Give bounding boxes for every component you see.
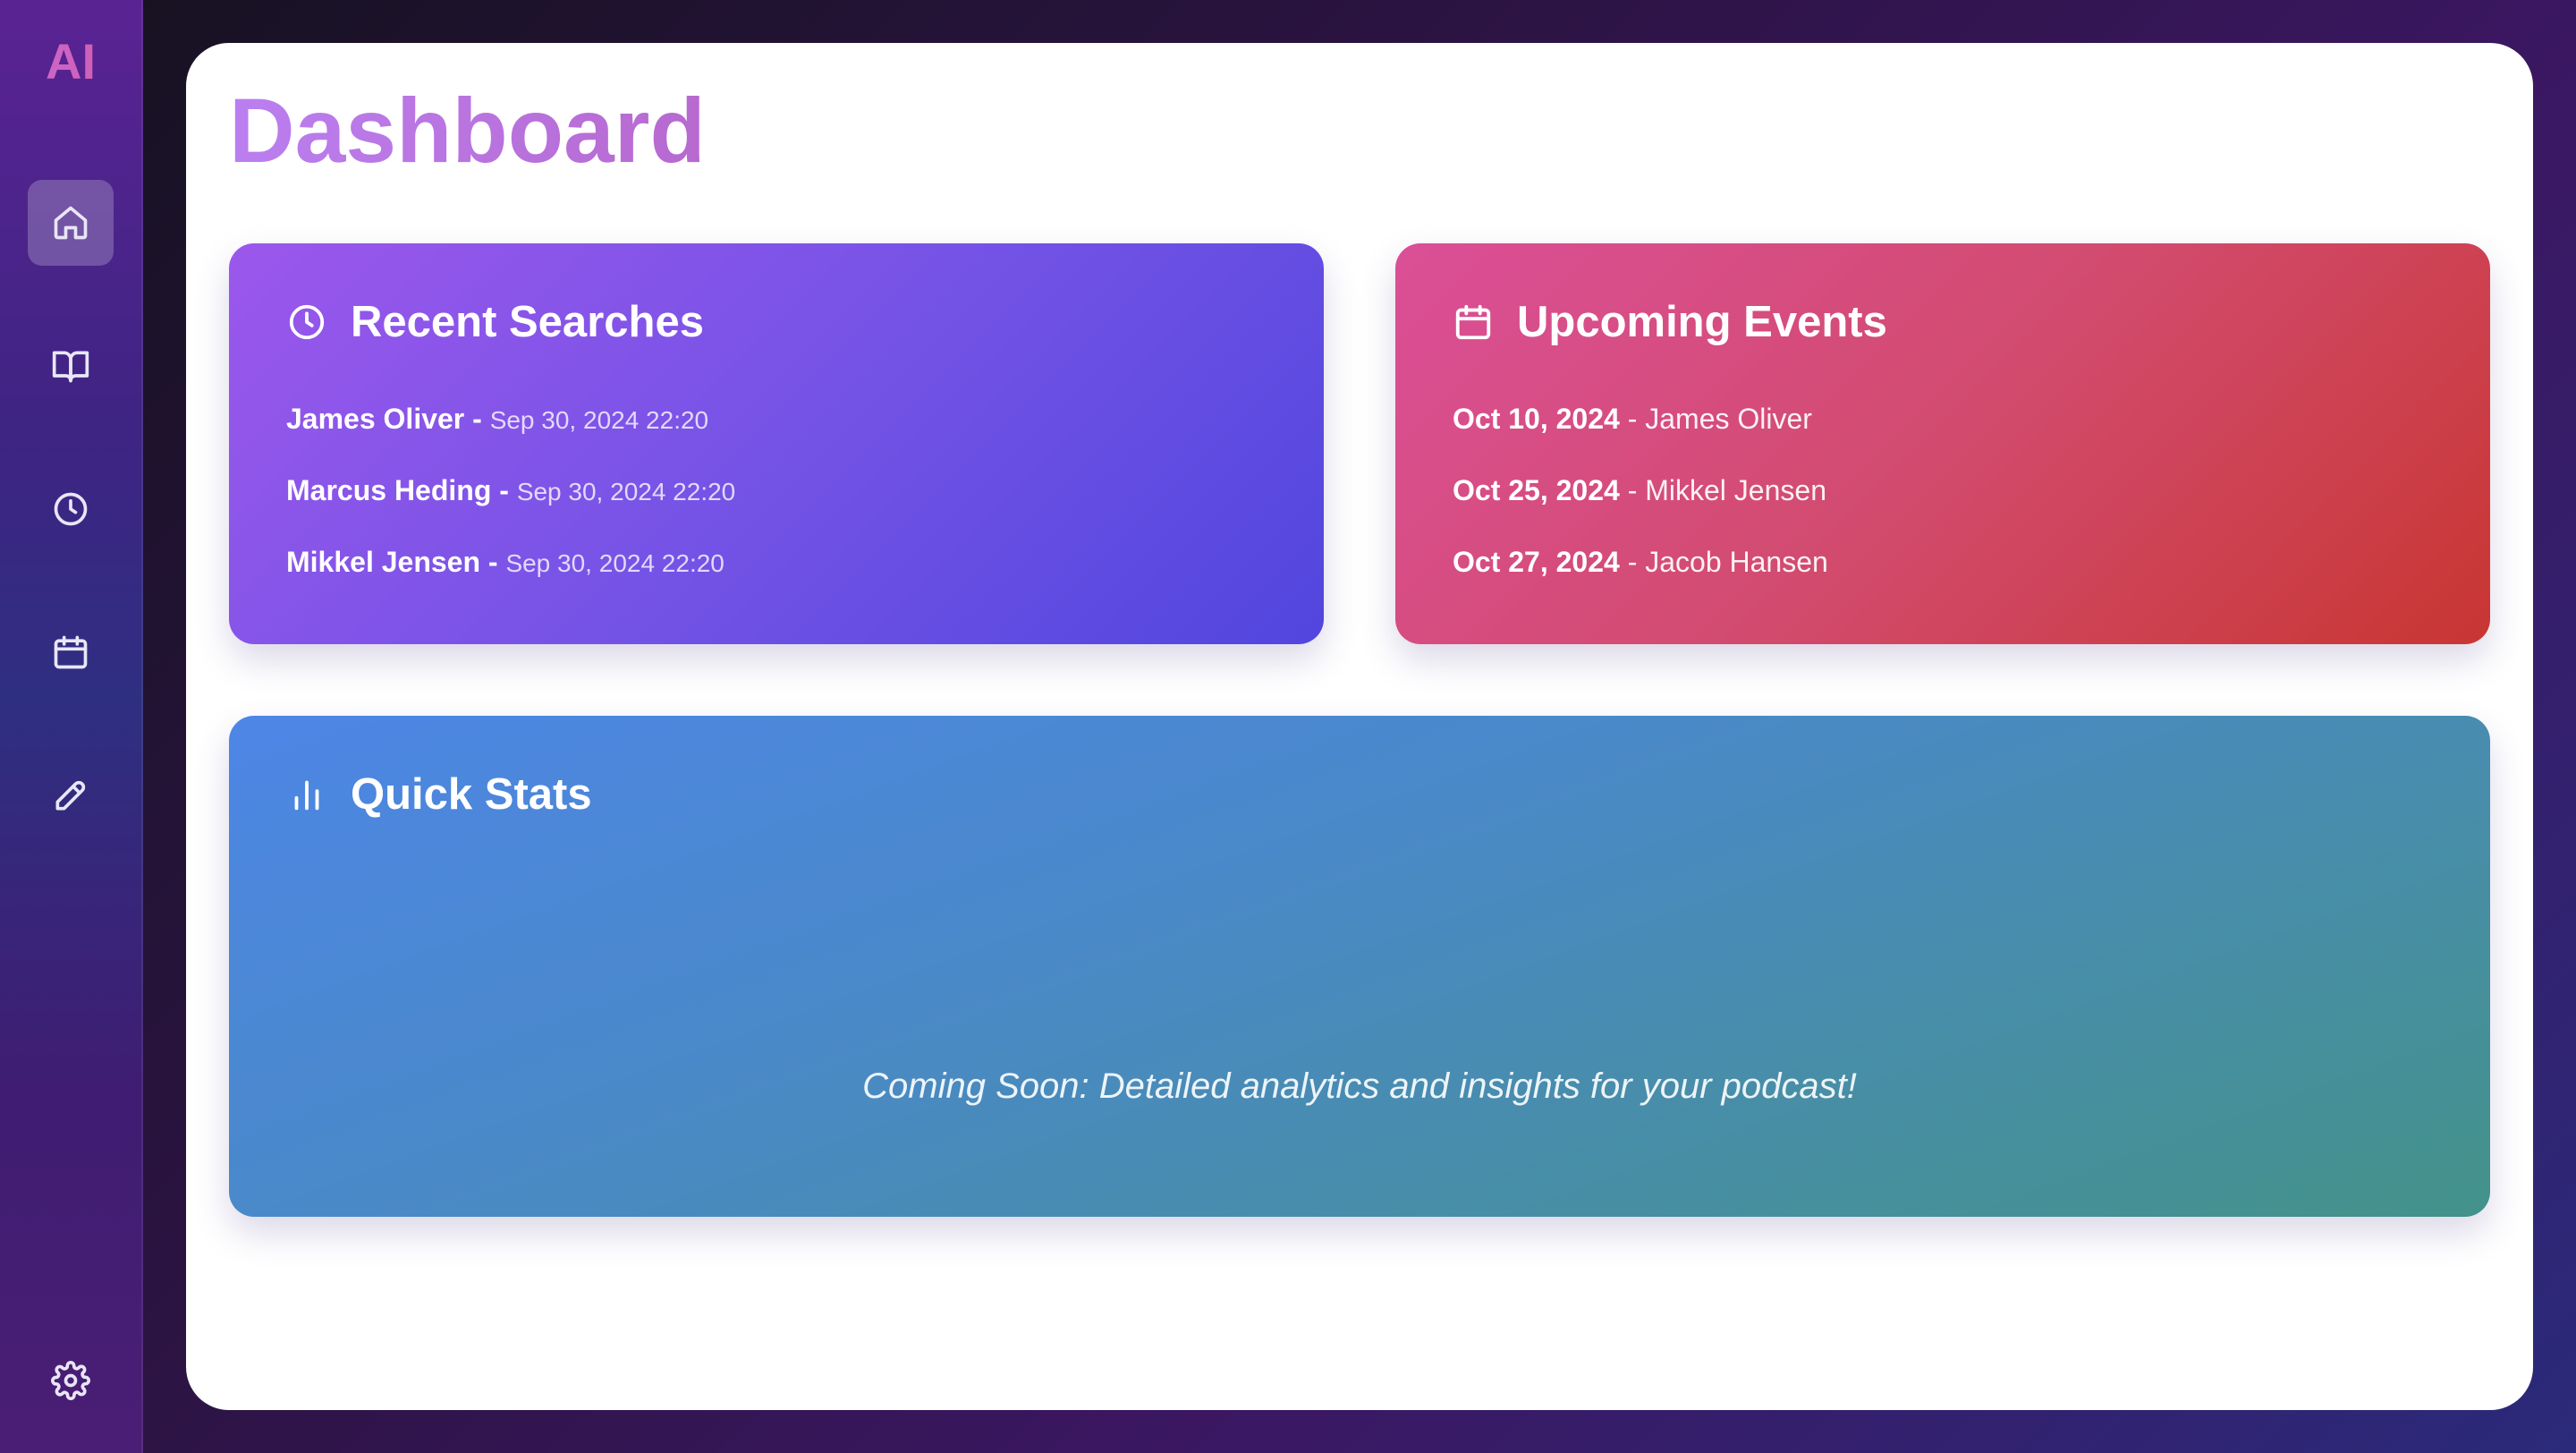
recent-searches-list: James Oliver - Sep 30, 2024 22:20 Marcus… xyxy=(286,403,735,617)
bar-chart-icon xyxy=(294,780,319,811)
clock-icon xyxy=(289,304,325,340)
nav-home-button[interactable] xyxy=(28,180,114,266)
nav-edit-button[interactable] xyxy=(28,752,114,838)
coming-soon-message: Coming Soon: Detailed analytics and insi… xyxy=(862,1066,1857,1106)
separator: - xyxy=(480,546,506,578)
nav-library-button[interactable] xyxy=(28,323,114,409)
search-time: Sep 30, 2024 22:20 xyxy=(505,549,724,577)
upcoming-events-title: Upcoming Events xyxy=(1517,298,1887,346)
home-icon xyxy=(54,206,88,240)
event-item[interactable]: Oct 10, 2024 - James Oliver xyxy=(1453,403,1828,474)
event-guest: Mikkel Jensen xyxy=(1645,474,1826,506)
nav-history-button[interactable] xyxy=(28,466,114,552)
recent-search-item[interactable]: James Oliver - Sep 30, 2024 22:20 xyxy=(286,403,735,474)
settings-gear-icon xyxy=(51,1361,90,1400)
calendar-icon xyxy=(1455,304,1491,340)
search-time: Sep 30, 2024 22:20 xyxy=(489,406,709,434)
separator: - xyxy=(491,474,517,506)
clock-icon xyxy=(54,492,88,526)
quick-stats-header: Quick Stats xyxy=(286,769,592,820)
separator: - xyxy=(1619,403,1646,435)
upcoming-events-list: Oct 10, 2024 - James Oliver Oct 25, 2024… xyxy=(1453,403,1828,617)
recent-search-item[interactable]: Marcus Heding - Sep 30, 2024 22:20 xyxy=(286,474,735,546)
search-time: Sep 30, 2024 22:20 xyxy=(516,478,736,506)
nav-calendar-button[interactable] xyxy=(28,609,114,695)
search-name: Marcus Heding xyxy=(286,474,492,506)
page-title: Dashboard xyxy=(229,80,706,182)
event-item[interactable]: Oct 27, 2024 - Jacob Hansen xyxy=(1453,546,1828,617)
event-item[interactable]: Oct 25, 2024 - Mikkel Jensen xyxy=(1453,474,1828,546)
upcoming-events-card: Upcoming Events Oct 10, 2024 - James Oli… xyxy=(1395,243,2490,644)
event-guest: James Oliver xyxy=(1645,403,1812,435)
recent-search-item[interactable]: Mikkel Jensen - Sep 30, 2024 22:20 xyxy=(286,546,735,617)
separator: - xyxy=(1619,474,1646,506)
quick-stats-title: Quick Stats xyxy=(351,770,592,819)
nav-settings-button[interactable] xyxy=(28,1338,114,1423)
pen-icon xyxy=(55,780,86,811)
search-name: Mikkel Jensen xyxy=(286,546,480,578)
event-date: Oct 25, 2024 xyxy=(1453,474,1620,506)
event-date: Oct 10, 2024 xyxy=(1453,403,1620,435)
recent-searches-header: Recent Searches xyxy=(286,297,704,347)
event-guest: Jacob Hansen xyxy=(1645,546,1828,578)
quick-stats-card: Quick Stats Coming Soon: Detailed analyt… xyxy=(229,716,2490,1217)
calendar-icon xyxy=(54,635,88,669)
app-logo[interactable]: AI xyxy=(0,32,141,90)
recent-searches-card: Recent Searches James Oliver - Sep 30, 2… xyxy=(229,243,1324,644)
recent-searches-title: Recent Searches xyxy=(351,298,704,346)
separator: - xyxy=(464,403,490,435)
upcoming-events-header: Upcoming Events xyxy=(1453,297,1887,347)
event-date: Oct 27, 2024 xyxy=(1453,546,1620,578)
sidebar: AI xyxy=(0,0,143,1453)
main-panel: Dashboard Recent Searches James Oliver -… xyxy=(186,43,2533,1410)
search-name: James Oliver xyxy=(286,403,465,435)
separator: - xyxy=(1619,546,1646,578)
book-open-icon xyxy=(52,351,89,383)
